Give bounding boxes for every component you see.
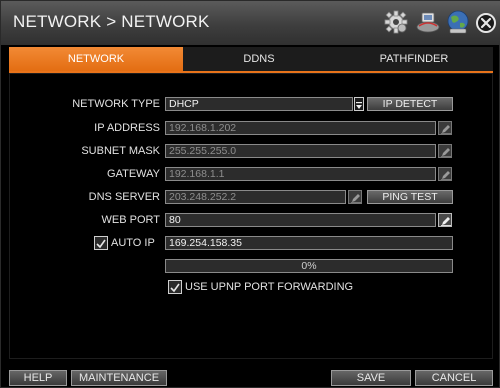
network-type-select[interactable]: DHCP [165,97,353,111]
dropdown-arrow-icon[interactable] [354,97,364,111]
ping-test-button[interactable]: PING TEST [367,190,453,204]
web-port-field[interactable]: 80 [165,213,436,227]
dns-server-field[interactable]: 203.248.252.2 [165,190,346,204]
tab-pathfinder[interactable]: PATHFINDER [335,47,493,71]
upnp-label: USE UPNP PORT FORWARDING [185,281,354,293]
cancel-button[interactable]: CANCEL [415,370,493,386]
auto-ip-field[interactable]: 169.254.158.35 [165,236,453,250]
subnet-mask-label: SUBNET MASK [81,145,160,157]
globe-icon[interactable] [445,9,471,35]
tab-bar: NETWORK DDNS PATHFINDER [9,47,493,73]
network-type-label: NETWORK TYPE [72,98,160,110]
title-bar: NETWORK > NETWORK [1,1,500,45]
maintenance-button[interactable]: MAINTENANCE [71,370,167,386]
edit-pencil-icon[interactable] [438,167,452,181]
network-devices-icon[interactable] [415,9,441,35]
edit-pencil-icon[interactable] [438,121,452,135]
dns-server-label: DNS SERVER [88,191,160,203]
save-button[interactable]: SAVE [331,370,411,386]
auto-ip-label: AUTO IP [111,237,155,249]
network-form: NETWORK TYPE DHCP IP DETECT IP ADDRESS 1… [9,73,493,359]
upnp-checkbox[interactable] [168,280,182,294]
gear-icon[interactable] [383,9,409,35]
tab-network[interactable]: NETWORK [9,47,183,71]
web-port-label: WEB PORT [101,214,160,226]
edit-pencil-icon[interactable] [348,190,362,204]
close-icon[interactable] [475,12,497,34]
network-settings-window: NETWORK > NETWORK NETWORK DDNS PATHFINDE… [0,0,500,388]
auto-ip-checkbox[interactable] [94,236,108,250]
window-title: NETWORK > NETWORK [13,12,210,31]
gateway-field[interactable]: 192.168.1.1 [165,167,436,181]
tab-ddns[interactable]: DDNS [183,47,335,71]
edit-pencil-icon[interactable] [438,213,452,227]
edit-pencil-icon[interactable] [438,144,452,158]
gateway-label: GATEWAY [107,168,160,180]
help-button[interactable]: HELP [9,370,67,386]
ip-address-field[interactable]: 192.168.1.202 [165,121,436,135]
footer-bar: HELP MAINTENANCE SAVE CANCEL [9,370,493,386]
subnet-mask-field[interactable]: 255.255.255.0 [165,144,436,158]
ip-address-label: IP ADDRESS [94,122,160,134]
progress-text: 0% [301,260,317,272]
ip-detect-button[interactable]: IP DETECT [367,97,453,111]
progress-bar: 0% [165,259,453,273]
